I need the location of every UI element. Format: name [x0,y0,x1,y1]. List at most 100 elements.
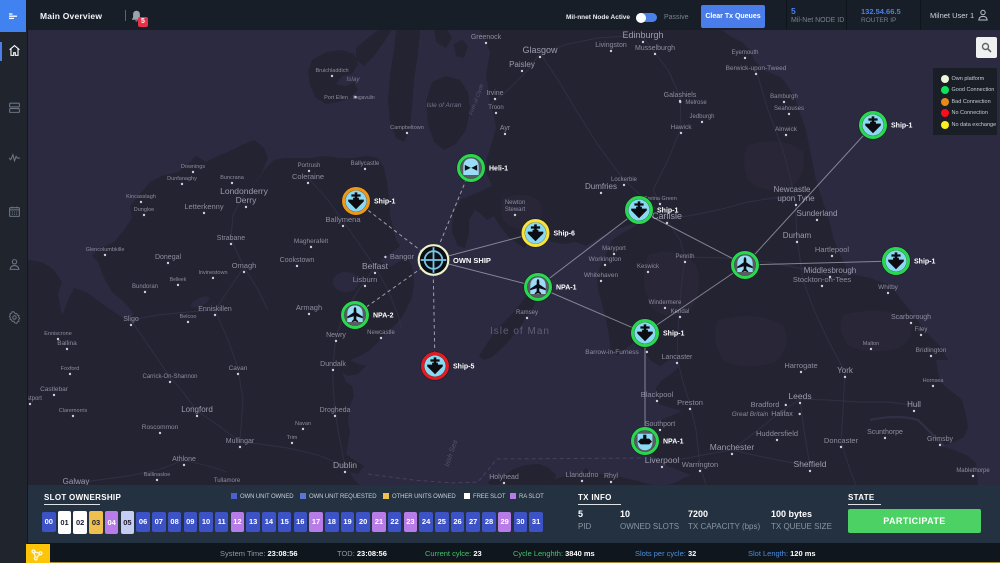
svg-text:Eyemouth: Eyemouth [731,50,758,56]
svg-text:Whitby: Whitby [878,284,899,291]
svg-text:NPA-1: NPA-1 [663,439,684,446]
svg-text:Malton: Malton [863,341,880,347]
svg-text:Galway: Galway [63,477,90,485]
svg-text:Bangor: Bangor [390,252,415,261]
svg-text:Sligo: Sligo [123,316,139,323]
svg-text:OWN SHIP: OWN SHIP [453,256,491,265]
svg-text:Troon: Troon [488,105,503,111]
svg-text:Athlone: Athlone [172,456,196,463]
svg-text:Trim: Trim [287,435,298,441]
svg-text:Southport: Southport [645,421,675,428]
svg-text:Middlesbrough: Middlesbrough [804,266,856,275]
svg-text:Belleek: Belleek [170,277,187,283]
svg-text:Strabane: Strabane [217,235,246,242]
svg-text:Rhyl: Rhyl [604,473,618,480]
svg-text:Doncaster: Doncaster [824,436,859,445]
svg-text:Irvine: Irvine [486,90,503,97]
svg-text:Bundoran: Bundoran [132,284,158,290]
svg-text:Ship-1: Ship-1 [914,259,935,266]
svg-text:Enniskillen: Enniskillen [198,306,232,313]
svg-text:Hartlepool: Hartlepool [815,245,850,254]
svg-text:Galashiels: Galashiels [664,92,697,99]
svg-text:Isle of Arran: Isle of Arran [427,102,462,109]
svg-text:Seahouses: Seahouses [774,106,804,112]
svg-text:Omagh: Omagh [232,261,257,270]
svg-text:Harrogate: Harrogate [784,361,817,370]
svg-text:Alnwick: Alnwick [775,126,798,133]
svg-text:Roscommon: Roscommon [142,424,179,431]
svg-text:Lancaster: Lancaster [662,354,693,361]
svg-text:Kincasslagh: Kincasslagh [126,194,156,200]
svg-text:Musselburgh: Musselburgh [635,45,675,52]
svg-text:Belfast: Belfast [362,261,389,271]
svg-text:Drogheda: Drogheda [320,407,351,414]
svg-text:Ship-6: Ship-6 [554,231,575,238]
svg-text:Greenock: Greenock [471,34,502,41]
svg-text:Cavan: Cavan [229,365,248,372]
svg-text:Great Britain: Great Britain [732,411,769,418]
svg-text:Campbeltown: Campbeltown [390,125,424,131]
svg-text:Letterkenny: Letterkenny [184,202,223,211]
svg-text:Belcoo: Belcoo [180,314,197,320]
svg-text:Stockton-on-Tees: Stockton-on-Tees [793,275,852,284]
svg-text:Penrith: Penrith [675,254,694,260]
svg-text:Manchester: Manchester [710,442,755,452]
svg-text:Islay: Islay [346,76,360,83]
svg-text:Hawick: Hawick [671,124,693,131]
svg-text:Edinburgh: Edinburgh [622,30,663,40]
svg-text:Sunderland: Sunderland [797,209,838,218]
svg-text:Newcastle: Newcastle [774,185,811,194]
svg-text:Lisburn: Lisburn [353,275,378,284]
svg-text:Foxford: Foxford [61,366,80,372]
svg-text:Stewart: Stewart [505,207,526,213]
svg-text:Liverpool: Liverpool [645,455,680,465]
svg-text:Jedburgh: Jedburgh [689,114,714,120]
svg-text:Cookstown: Cookstown [280,257,315,264]
svg-text:Ayr: Ayr [500,125,511,132]
svg-text:Holyhead: Holyhead [489,474,519,481]
svg-text:Ship-1: Ship-1 [663,331,684,338]
svg-text:Durham: Durham [783,231,812,240]
svg-text:upon Tyne: upon Tyne [777,194,815,203]
svg-text:Ship-5: Ship-5 [453,364,474,371]
svg-text:Donegal: Donegal [155,254,182,261]
svg-text:York: York [837,366,854,375]
svg-text:Heli-1: Heli-1 [489,166,508,173]
svg-text:Magherafelt: Magherafelt [294,238,329,245]
svg-text:Ship-1: Ship-1 [891,123,912,130]
svg-text:Hornsea: Hornsea [923,378,945,384]
svg-text:Bridlington: Bridlington [916,347,947,354]
svg-text:Lockerbie: Lockerbie [611,177,638,183]
svg-text:Buncrana: Buncrana [220,175,244,181]
svg-text:Carrick-On-Shannon: Carrick-On-Shannon [142,374,197,380]
svg-text:Tullamore: Tullamore [214,478,241,484]
svg-text:Preston: Preston [677,398,703,407]
svg-text:Whitehaven: Whitehaven [584,272,619,279]
svg-text:Bradford: Bradford [751,400,780,409]
svg-text:Warrington: Warrington [682,460,718,469]
svg-text:Mablethorpe: Mablethorpe [956,468,990,474]
svg-text:Dundalk: Dundalk [320,361,346,368]
svg-text:Workington: Workington [589,256,622,263]
svg-text:Newton: Newton [505,200,525,206]
svg-text:Paisley: Paisley [509,60,535,69]
svg-text:Ballycastle: Ballycastle [351,161,380,167]
svg-text:Longford: Longford [181,405,213,414]
svg-text:Bruichladdich: Bruichladdich [315,68,348,74]
svg-text:Scunthorpe: Scunthorpe [867,429,903,436]
svg-text:Ballina: Ballina [57,340,77,347]
svg-text:Westport: Westport [28,396,42,402]
svg-text:Sheffield: Sheffield [794,459,827,469]
svg-text:Livingston: Livingston [595,42,627,49]
svg-text:Ship-1: Ship-1 [657,208,678,215]
svg-text:Bamburgh: Bamburgh [770,94,798,100]
svg-text:Leeds: Leeds [788,391,811,401]
svg-text:Invinestown: Invinestown [198,270,227,276]
svg-text:Downings: Downings [181,164,205,170]
svg-text:Scarborough: Scarborough [891,314,931,321]
svg-text:Filey: Filey [915,327,928,333]
svg-text:NPA-1: NPA-1 [556,285,577,292]
svg-text:Dumfries: Dumfries [585,182,617,191]
svg-text:Blackpool: Blackpool [641,390,674,399]
svg-text:Dunfanaghy: Dunfanaghy [167,176,197,182]
